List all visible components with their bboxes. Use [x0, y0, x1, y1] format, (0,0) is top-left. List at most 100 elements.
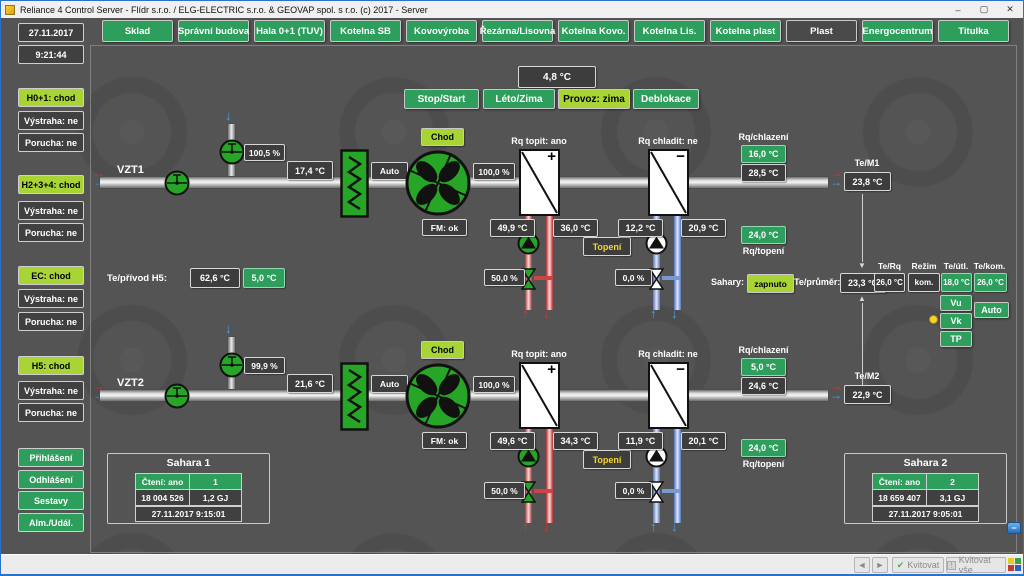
- acknowledge-button[interactable]: ✔ Kvitovat: [892, 557, 944, 573]
- rezim-value: kom.: [908, 273, 940, 292]
- nav-kotelna-sb[interactable]: Kotelna SB: [330, 20, 401, 42]
- sahara1-meter-no: 1: [189, 473, 242, 490]
- titlebar: Reliance 4 Control Server - Flídr s.r.o.…: [1, 1, 1023, 18]
- nav-plast-active[interactable]: Plast: [786, 20, 857, 42]
- sahara1-energy: 1,2 GJ: [189, 489, 242, 506]
- auto-mode-button[interactable]: Auto: [974, 302, 1009, 318]
- statusbar: ◄ ► ✔ Kvitovat ! Kvitovat vše: [1, 554, 1023, 574]
- vzt1-name: VZT1: [117, 164, 144, 176]
- sahara2-reading: Čtení: ano: [872, 473, 927, 490]
- vzt1-heater-branch-pipe: [534, 276, 552, 280]
- tp-button[interactable]: TP: [940, 331, 972, 347]
- logout-button[interactable]: Odhlášení: [18, 470, 84, 489]
- vzt2-fan-state: Chod: [421, 341, 464, 359]
- mode-indicator-dot: [929, 315, 938, 324]
- vzt2-heating-coil-icon: +: [519, 362, 560, 429]
- vzt2-heating-button[interactable]: Topení: [583, 450, 631, 469]
- status-ec: EC: chod: [18, 266, 84, 285]
- nav-spravni-budova[interactable]: Správní budova: [178, 20, 249, 42]
- vzt2-rq-heating-setpoint: 24,0 °C: [741, 439, 786, 457]
- close-button[interactable]: ✕: [997, 1, 1023, 18]
- operation-mode-indicator[interactable]: Provoz: zima: [558, 89, 630, 109]
- nav-hala-0-1-tuv[interactable]: Hala 0+1 (TUV): [254, 20, 325, 42]
- scroll-corner-icon[interactable]: −: [1007, 522, 1021, 534]
- sahara1-counter: 18 004 526: [135, 489, 190, 506]
- prev-alarm-button[interactable]: ◄: [854, 557, 870, 573]
- summer-winter-button[interactable]: Léto/Zima: [483, 89, 555, 109]
- alarms-button[interactable]: Alm./Udál.: [18, 513, 84, 532]
- acknowledge-all-button[interactable]: ! Kvitovat vše: [946, 557, 1006, 573]
- vzt2-fan-icon: [404, 362, 472, 430]
- vzt1-rq-heating-label: Rq/topení: [711, 246, 816, 256]
- vzt1-cooler-return-pipe: [674, 216, 681, 310]
- vzt2-cooler-valve-percent: 0,0 %: [615, 482, 652, 499]
- vzt1-cooler-valve-percent: 0,0 %: [615, 269, 652, 286]
- sahara2-energy: 3,1 GJ: [926, 489, 979, 506]
- status-h5: H5: chod: [18, 356, 84, 375]
- vzt1-supply-air-temp: 28,5 °C: [741, 164, 786, 182]
- vzt2-heater-return-temp: 34,3 °C: [553, 432, 598, 450]
- vzt1-intake-temp: 17,4 °C: [287, 161, 333, 180]
- vzt2-cooler-return-pipe: [674, 429, 681, 523]
- fault-ec: Porucha: ne: [18, 312, 84, 331]
- nav-sklad[interactable]: Sklad: [102, 20, 173, 42]
- vzt1-heating-coil-icon: +: [519, 149, 560, 216]
- vzt1-heater-valve-percent: 50,0 %: [484, 269, 525, 286]
- vzt1-heating-button[interactable]: Topení: [583, 237, 631, 256]
- vzt1-cooler-down-arrow-icon: ↓: [671, 307, 678, 320]
- vzt2-heater-return-pipe: [546, 429, 553, 523]
- supply-h5-temp: 62,6 °C: [190, 268, 240, 288]
- sidebar: 27.11.2017 9:21:44 H0+1: chod Výstraha: …: [1, 18, 90, 554]
- vzt1-rq-cooling-label: Rq/chlazení: [711, 132, 816, 142]
- vu-button[interactable]: Vu: [940, 295, 972, 311]
- vzt2-intake-temp: 21,6 °C: [287, 374, 333, 393]
- nav-kotelna-kovo[interactable]: Kotelna Kovo.: [558, 20, 629, 42]
- nav-kovovyroba[interactable]: Kovovýroba: [406, 20, 477, 42]
- vzt2-heat-recovery-icon: [340, 362, 369, 431]
- window-title: Reliance 4 Control Server - Flídr s.r.o.…: [20, 5, 428, 15]
- reliance-tray-icon[interactable]: [1008, 558, 1021, 571]
- nav-kotelna-plast[interactable]: Kotelna plast: [710, 20, 781, 42]
- maximize-button[interactable]: ▢: [971, 1, 997, 18]
- vzt2-cooling-coil-icon: −: [648, 362, 689, 429]
- nav-rezarna-lisovna[interactable]: Řezárna/Lisovna: [482, 20, 553, 42]
- vzt2-outlet-arrows-icon: → →: [830, 382, 842, 400]
- vzt1-rq-cooling-setpoint: 16,0 °C: [741, 145, 786, 163]
- nav-energocentrum[interactable]: Energocentrum: [862, 20, 933, 42]
- vzt1-heat-request-label: Rq topit: ano: [489, 136, 589, 146]
- nav-kotelna-lis[interactable]: Kotelna Lis.: [634, 20, 705, 42]
- vzt1-fan-state: Chod: [421, 128, 464, 146]
- vzt1-cooling-coil-icon: −: [648, 149, 689, 216]
- login-button[interactable]: Přihlášení: [18, 448, 84, 467]
- warning-h0-1: Výstraha: ne: [18, 111, 84, 130]
- vzt1-auto-button[interactable]: Auto: [371, 162, 408, 180]
- nav-titulka[interactable]: Titulka: [938, 20, 1009, 42]
- vzt2-heater-up-arrow-icon: ↑: [522, 520, 529, 533]
- vzt2-cooler-supply-temp: 11,9 °C: [618, 432, 663, 450]
- vzt1-heater-return-temp: 36,0 °C: [553, 219, 598, 237]
- outdoor-temp-display: 4,8 °C: [518, 66, 596, 88]
- vzt2-cooler-down-arrow-icon: ↓: [671, 520, 678, 533]
- vzt2-damper-valve-icon: [164, 383, 190, 409]
- vzt2-heat-request-label: Rq topit: ano: [489, 349, 589, 359]
- minimize-button[interactable]: –: [945, 1, 971, 18]
- sahara2-panel: Sahara 2 Čtení: ano 2 18 659 407 3,1 GJ …: [844, 453, 1007, 524]
- vzt2-auto-button[interactable]: Auto: [371, 375, 408, 393]
- sahara2-timestamp: 27.11.2017 9:05:01: [872, 506, 979, 522]
- time-display: 9:21:44: [18, 45, 84, 64]
- vk-button[interactable]: Vk: [940, 313, 972, 329]
- rezim-header: Režim: [908, 261, 940, 271]
- vzt2-cool-request-label: Rq chladit: ne: [618, 349, 718, 359]
- reports-button[interactable]: Sestavy: [18, 491, 84, 510]
- warning-h2-3-4: Výstraha: ne: [18, 201, 84, 220]
- vzt1-damper-percent: 100,5 %: [244, 144, 285, 161]
- vzt1-fan-status: FM: ok: [422, 219, 467, 236]
- deblock-button[interactable]: Deblokace: [633, 89, 699, 109]
- vzt1-heater-up-arrow-icon: ↑: [522, 307, 529, 320]
- sahara1-title: Sahara 1: [108, 457, 269, 469]
- sahary-state-button[interactable]: zapnuto: [747, 274, 794, 293]
- vzt2-heater-valve-percent: 50,0 %: [484, 482, 525, 499]
- stop-start-button[interactable]: Stop/Start: [404, 89, 479, 109]
- next-alarm-button[interactable]: ►: [872, 557, 888, 573]
- avg-temp-label: Te/průměr:: [794, 277, 840, 287]
